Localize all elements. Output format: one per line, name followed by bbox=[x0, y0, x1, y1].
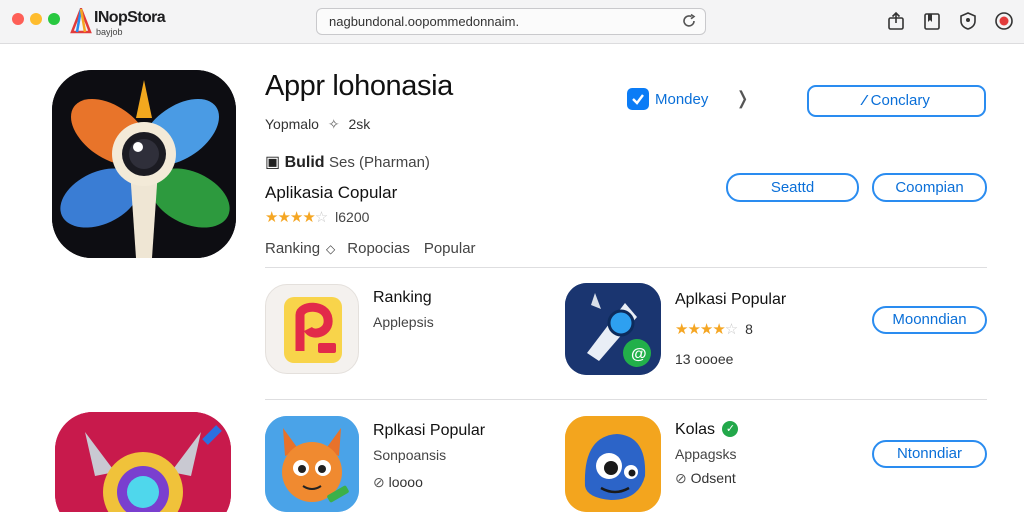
diamond-icon: ◇ bbox=[326, 242, 336, 256]
app-icon-rocket[interactable]: @ bbox=[565, 283, 661, 375]
app-rating-count: 8 bbox=[745, 321, 753, 337]
app-icon-ranking[interactable] bbox=[265, 284, 359, 374]
link-icon: ⊘ bbox=[675, 470, 687, 486]
app-title-kolas[interactable]: Kolas ✓ bbox=[675, 421, 739, 439]
app-icon-kolas[interactable] bbox=[565, 416, 661, 512]
kolas-app-icon bbox=[565, 416, 661, 512]
app-meta-right: 2sk bbox=[348, 116, 371, 132]
fox-app-icon bbox=[265, 416, 359, 512]
brand-subtitle: bayjob bbox=[96, 27, 123, 37]
app-meta-left: Yopmalo bbox=[265, 116, 319, 132]
checkbox-icon bbox=[627, 88, 649, 110]
close-window-button[interactable] bbox=[12, 13, 24, 25]
pinwheel-app-icon bbox=[52, 70, 236, 258]
verified-box-icon: ▣ bbox=[265, 154, 281, 171]
tab-ranking[interactable]: Ranking bbox=[265, 240, 320, 257]
contact-button-label: Conclary bbox=[870, 92, 930, 109]
developer-detail: Ses (Pharman) bbox=[329, 154, 430, 171]
tab-popular[interactable]: Popular bbox=[424, 240, 476, 257]
app-icon-fox[interactable] bbox=[265, 416, 359, 512]
divider bbox=[265, 267, 987, 268]
app-extra-kolas: ⊘ Odsent bbox=[675, 470, 736, 487]
shield-icon[interactable] bbox=[958, 11, 978, 31]
hero-rating: ★★★★☆ l6200 bbox=[265, 208, 369, 226]
app-title-aplkasi-popular[interactable]: Aplkasi Popular bbox=[675, 291, 786, 309]
app-extra-text: Odsent bbox=[690, 470, 736, 486]
app-title: Appr lohonasia bbox=[265, 70, 453, 102]
maximize-window-button[interactable] bbox=[48, 13, 60, 25]
svg-text:@: @ bbox=[631, 346, 647, 363]
blaster-app-icon bbox=[55, 412, 231, 512]
record-icon[interactable] bbox=[994, 11, 1014, 31]
app-extra-text: loooo bbox=[388, 474, 423, 490]
app-subtitle-kolas: Appagsks bbox=[675, 446, 737, 462]
developer-line[interactable]: ▣ Bulid Ses (Pharman) bbox=[265, 152, 430, 172]
share-icon[interactable] bbox=[886, 11, 906, 31]
star-rating-icon: ★★★★☆ bbox=[265, 209, 328, 226]
app-icon-blaster[interactable] bbox=[55, 412, 231, 512]
address-bar[interactable]: nagbundonal.oopommedonnaim. bbox=[316, 8, 706, 35]
link-icon: ⊘ bbox=[373, 474, 385, 490]
developer-name: Bulid bbox=[284, 154, 325, 171]
minimize-window-button[interactable] bbox=[30, 13, 42, 25]
complain-button[interactable]: Coompian bbox=[872, 173, 987, 202]
pencil-icon: ⁄ bbox=[863, 92, 866, 109]
chevron-right-icon: ❭ bbox=[735, 88, 751, 108]
brand-name: INopStora bbox=[94, 9, 166, 26]
rating-count: l6200 bbox=[335, 209, 370, 225]
app-store-logo[interactable]: INopStora bayjob bbox=[70, 6, 180, 40]
tab-ropocias[interactable]: Ropocias bbox=[347, 240, 410, 257]
app-extra-rplkasi-popular: ⊘ loooo bbox=[373, 474, 423, 491]
hero-app-icon[interactable] bbox=[52, 70, 236, 258]
verified-icon: ✓ bbox=[722, 421, 739, 437]
app-title-ranking[interactable]: Ranking bbox=[373, 289, 432, 307]
kolas-title-text: Kolas bbox=[675, 421, 716, 438]
app-rating-aplkasi-popular: ★★★★☆ 8 bbox=[675, 320, 753, 338]
rocket-app-icon: @ bbox=[565, 283, 661, 375]
app-subtitle-rplkasi-popular: Sonpoansis bbox=[373, 447, 447, 463]
sync-icon: ✧ bbox=[327, 116, 340, 132]
divider bbox=[265, 399, 987, 400]
monday-label: Mondey bbox=[655, 91, 709, 108]
app-meta: Yopmalo ✧ 2sk bbox=[265, 116, 370, 133]
app-downloads: 13 oooee bbox=[675, 351, 734, 367]
app-title-rplkasi-popular[interactable]: Rplkasi Popular bbox=[373, 422, 485, 440]
star-rating-icon: ★★★★☆ bbox=[675, 321, 738, 338]
contact-button[interactable]: ⁄ Conclary bbox=[807, 85, 986, 117]
reload-icon[interactable] bbox=[681, 13, 697, 29]
download-button-aplkasi-popular[interactable]: Moonndian bbox=[872, 306, 987, 334]
browser-toolbar: INopStora bayjob nagbundonal.oopommedonn… bbox=[0, 0, 1024, 44]
app-subtitle-ranking: Applepsis bbox=[373, 314, 434, 330]
ranking-app-icon bbox=[284, 297, 342, 363]
store-logo-icon bbox=[70, 8, 92, 34]
app-category: Aplikasia Copular bbox=[265, 183, 398, 202]
bookmark-icon[interactable] bbox=[922, 11, 942, 31]
share-button[interactable]: Seattd bbox=[726, 173, 859, 202]
hero-tabs: Ranking ◇ Ropocias Popular bbox=[265, 240, 490, 257]
url-text: nagbundonal.oopommedonnaim. bbox=[329, 14, 520, 29]
download-button-kolas[interactable]: Ntonndiar bbox=[872, 440, 987, 468]
